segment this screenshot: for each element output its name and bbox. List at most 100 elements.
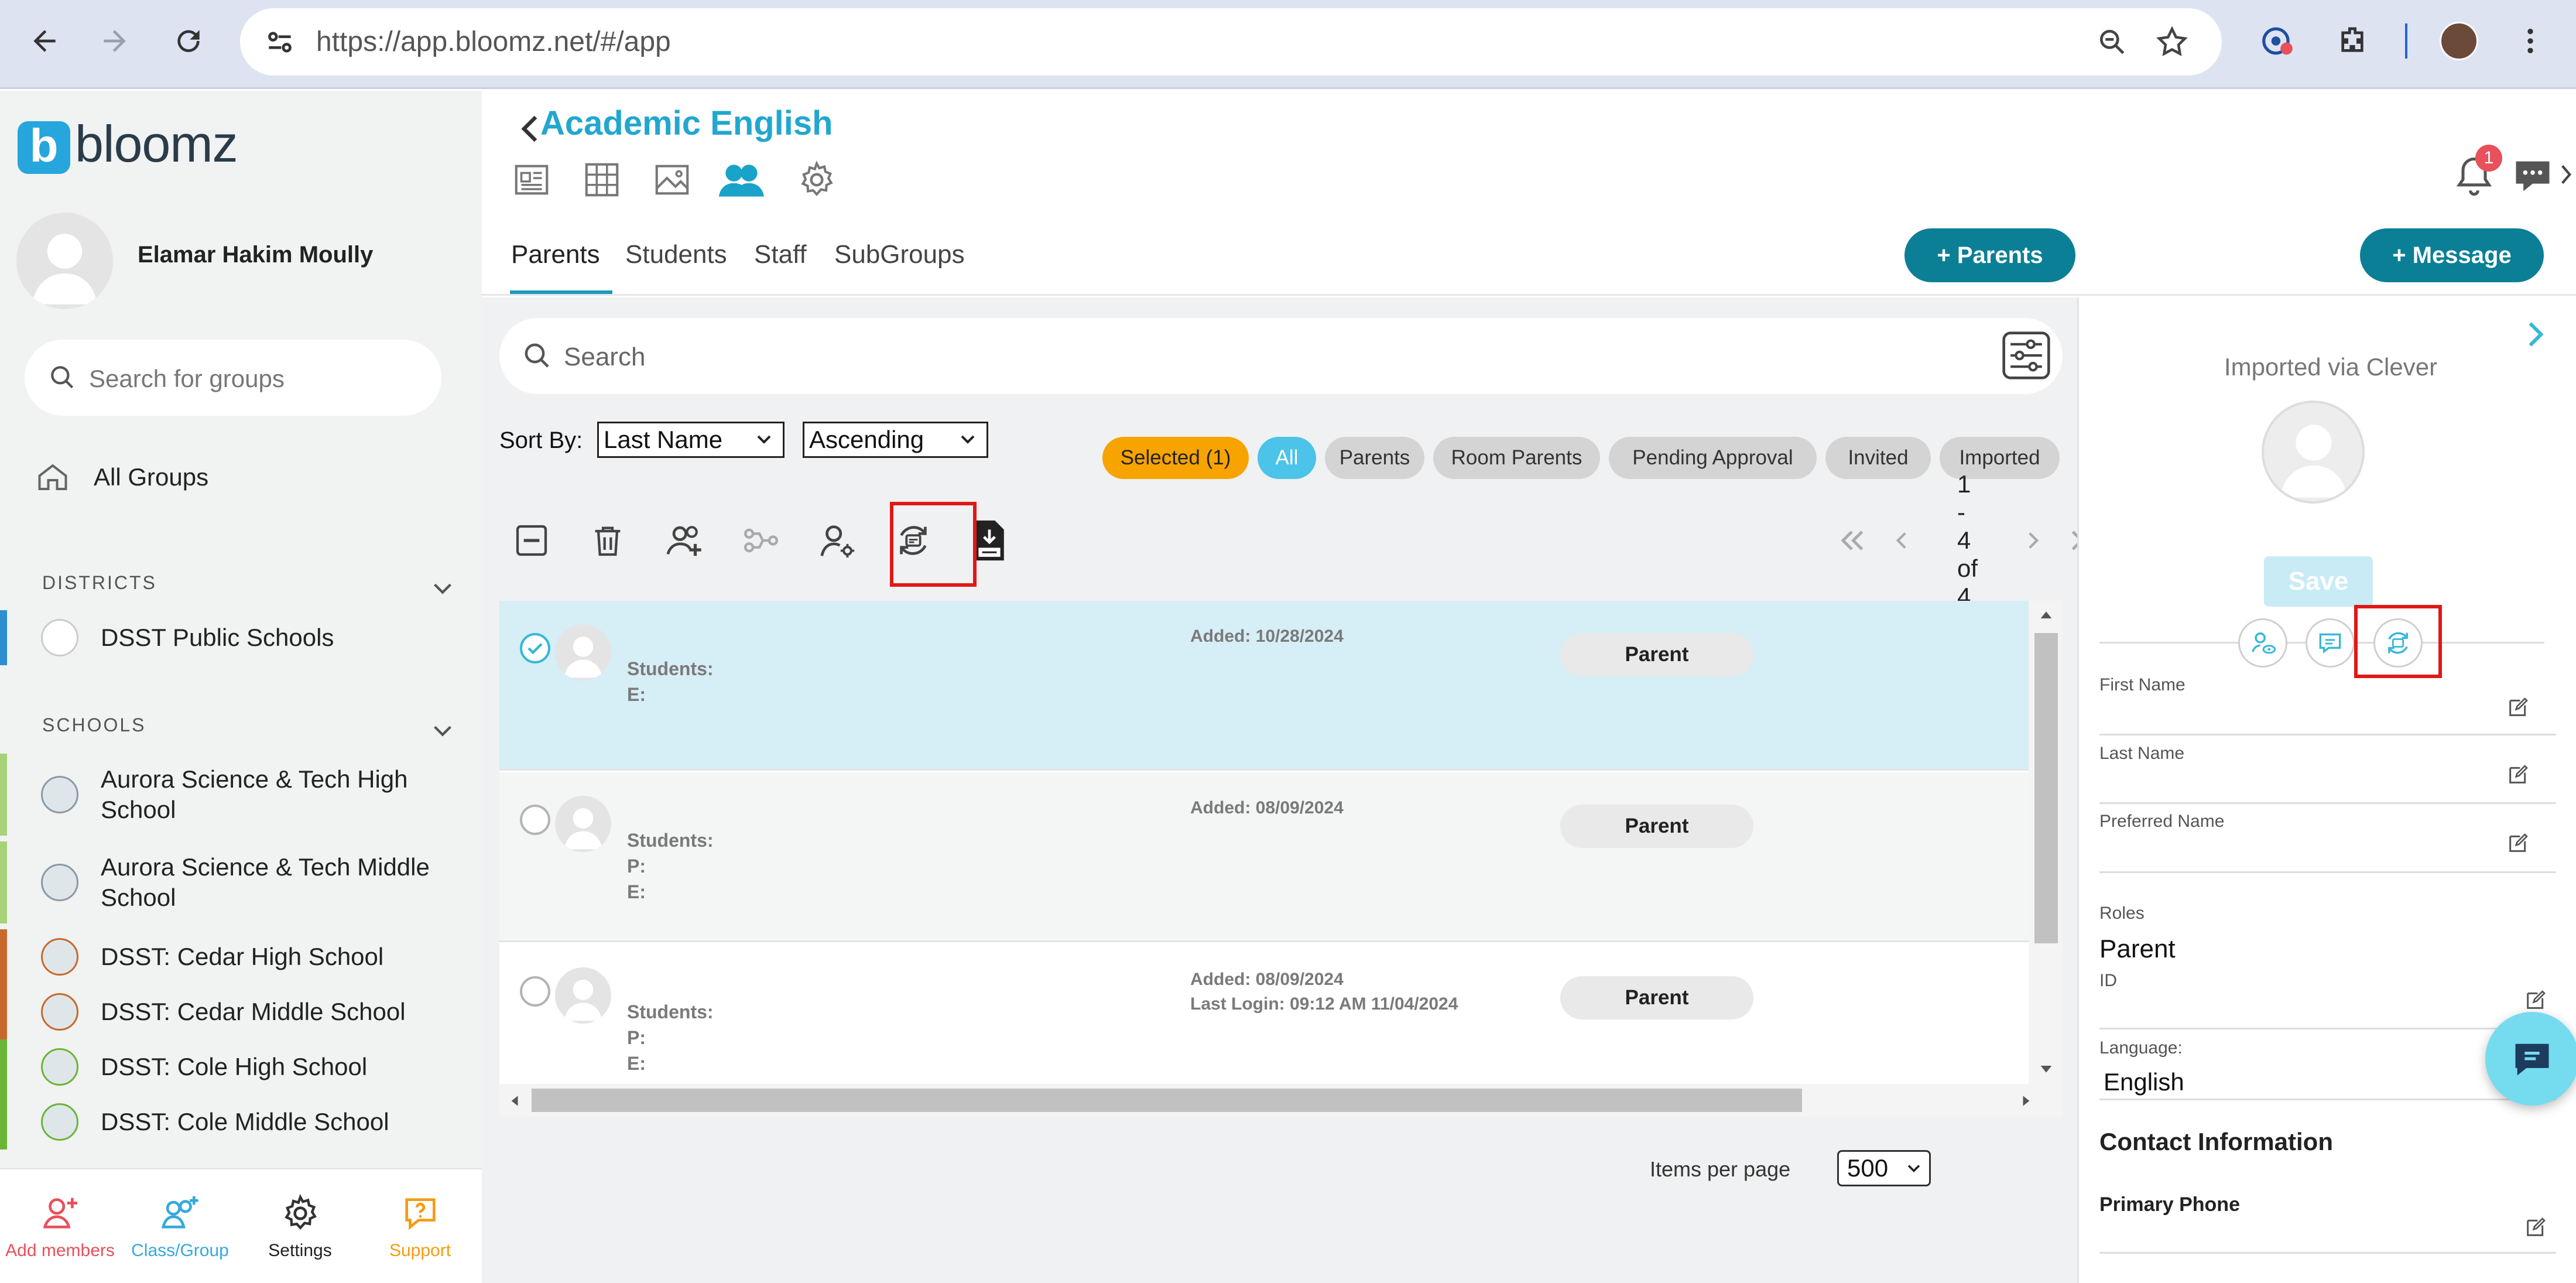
next-page-icon[interactable]: [2019, 523, 2048, 558]
filter-chip-invited[interactable]: Invited: [1825, 437, 1931, 479]
tab-parents[interactable]: Parents: [511, 240, 600, 269]
all-groups-link[interactable]: All Groups: [35, 454, 445, 501]
edit-id-icon[interactable]: [2524, 988, 2547, 1012]
district-item[interactable]: DSST Public Schools: [0, 610, 482, 665]
class-group-button[interactable]: Class/Group: [120, 1169, 240, 1283]
items-per-page-select[interactable]: 500: [1837, 1150, 1931, 1186]
school-item[interactable]: DSST: Cole High School: [0, 1039, 482, 1094]
scroll-left-arrow-icon[interactable]: [508, 1093, 520, 1108]
extension-shield-icon[interactable]: [2254, 18, 2301, 64]
merge-connect-icon[interactable]: [729, 499, 793, 581]
member-search-input[interactable]: Search: [499, 318, 2063, 394]
member-profile-avatar[interactable]: [2262, 401, 2365, 504]
language-label: Language:: [2099, 1038, 2183, 1058]
settings-button[interactable]: Settings: [240, 1169, 360, 1283]
add-to-subgroup-icon[interactable]: [653, 499, 717, 581]
deselect-all-icon[interactable]: [499, 499, 564, 581]
filter-chip-parents[interactable]: Parents: [1325, 437, 1424, 479]
newsfeed-icon[interactable]: [508, 156, 555, 203]
toolbar-divider: [2405, 23, 2407, 59]
header-chevron-right-icon[interactable]: [2557, 160, 2575, 189]
horizontal-scroll-thumb[interactable]: [532, 1089, 1802, 1112]
edit-first-name-icon[interactable]: [2506, 696, 2530, 719]
districts-chevron-icon[interactable]: [429, 574, 456, 601]
user-settings-icon[interactable]: [805, 499, 869, 581]
sort-order-select[interactable]: Ascending: [803, 422, 988, 458]
filter-chip-all[interactable]: All: [1258, 437, 1316, 479]
school-item[interactable]: DSST: Cedar Middle School: [0, 984, 482, 1039]
school-item[interactable]: Aurora Science & Tech Middle School: [0, 841, 482, 923]
member-detail-panel: Imported via Clever Save First Name Last…: [2077, 297, 2576, 1283]
edit-preferred-name-icon[interactable]: [2506, 832, 2530, 855]
chevron-down-icon: [752, 426, 776, 453]
scroll-down-arrow-icon[interactable]: [2038, 1063, 2054, 1076]
panel-collapse-chevron-icon[interactable]: [2524, 318, 2547, 351]
user-avatar[interactable]: [16, 213, 113, 309]
first-page-icon[interactable]: [1834, 523, 1869, 558]
edit-last-name-icon[interactable]: [2506, 763, 2530, 786]
delete-trash-icon[interactable]: [576, 499, 640, 581]
help-chat-button[interactable]: [2485, 1012, 2576, 1106]
schools-chevron-icon[interactable]: [429, 717, 456, 744]
school-logo-icon: [41, 776, 78, 813]
edit-primary-phone-icon[interactable]: [2524, 1216, 2547, 1239]
sort-label: Sort By:: [499, 427, 583, 453]
message-member-icon[interactable]: [2306, 618, 2355, 668]
filter-sliders-icon[interactable]: [1998, 329, 2054, 382]
support-label: Support: [389, 1241, 451, 1260]
back-icon[interactable]: [21, 18, 68, 64]
save-button[interactable]: Save: [2264, 556, 2373, 607]
filter-chip-pending-approval[interactable]: Pending Approval: [1609, 437, 1817, 479]
user-name[interactable]: Elamar Hakim Moully: [138, 242, 373, 268]
profile-avatar-icon[interactable]: [2435, 18, 2482, 64]
table-row[interactable]: Students: P: E: Added: 08/09/2024 Parent: [499, 772, 2029, 942]
row-select-checkbox[interactable]: [520, 805, 550, 835]
row-select-checkbox[interactable]: [520, 976, 550, 1007]
vertical-scroll-thumb[interactable]: [2034, 633, 2058, 943]
row-select-checkbox[interactable]: [520, 633, 550, 663]
support-button[interactable]: Support: [360, 1169, 480, 1283]
school-logo-icon: [41, 1048, 78, 1086]
add-message-button[interactable]: + Message: [2360, 228, 2544, 282]
scroll-up-arrow-icon[interactable]: [2038, 608, 2054, 621]
bloomz-logo-text: bloomz: [75, 115, 238, 173]
school-item[interactable]: DSST: Cole Middle School: [0, 1094, 482, 1149]
schools-heading: SCHOOLS: [42, 714, 146, 735]
reload-icon[interactable]: [165, 18, 212, 64]
tab-subgroups[interactable]: SubGroups: [834, 240, 965, 269]
forward-icon[interactable]: [91, 18, 138, 64]
table-row[interactable]: Students: E: Added: 10/28/2024 Parent: [499, 601, 2029, 771]
school-item[interactable]: Aurora Science & Tech High School: [0, 754, 482, 836]
table-row[interactable]: Students: P: E: Added: 08/09/2024 Last L…: [499, 944, 2029, 1084]
group-settings-gear-icon[interactable]: [793, 156, 840, 203]
filter-chip-room-parents[interactable]: Room Parents: [1433, 437, 1600, 479]
table-horizontal-scrollbar[interactable]: [499, 1084, 2063, 1117]
language-underline: [2099, 1099, 2556, 1100]
add-parents-button[interactable]: + Parents: [1904, 228, 2075, 282]
address-bar[interactable]: https://app.bloomz.net/#/app: [240, 8, 2222, 76]
members-icon[interactable]: [717, 156, 764, 203]
view-profile-icon[interactable]: [2238, 618, 2287, 668]
add-members-button[interactable]: Add members: [0, 1169, 120, 1283]
extensions-puzzle-icon[interactable]: [2329, 18, 2376, 64]
language-value[interactable]: English: [2104, 1068, 2184, 1096]
sort-field-select[interactable]: Last Name: [597, 422, 785, 458]
bookmark-star-icon[interactable]: [2154, 25, 2190, 60]
school-item[interactable]: DSST: Cedar High School: [0, 929, 482, 984]
tab-staff[interactable]: Staff: [754, 240, 807, 269]
zoom-icon[interactable]: [2096, 26, 2129, 59]
school-color-bar: [0, 929, 7, 984]
table-vertical-scrollbar[interactable]: [2029, 601, 2063, 1084]
calendar-grid-icon[interactable]: [578, 156, 625, 203]
browser-menu-icon[interactable]: [2507, 18, 2554, 64]
prev-page-icon[interactable]: [1887, 523, 1916, 558]
back-chevron-icon[interactable]: [517, 111, 543, 146]
scroll-right-arrow-icon[interactable]: [2020, 1093, 2033, 1108]
site-settings-icon[interactable]: [263, 26, 296, 59]
chat-bubble-icon[interactable]: [2509, 154, 2556, 199]
school-name: DSST: Cole High School: [101, 1053, 368, 1080]
filter-chip-selected[interactable]: Selected (1): [1102, 437, 1249, 479]
photos-icon[interactable]: [649, 156, 696, 203]
group-search-input[interactable]: Search for groups: [25, 340, 441, 416]
tab-students[interactable]: Students: [625, 240, 727, 269]
